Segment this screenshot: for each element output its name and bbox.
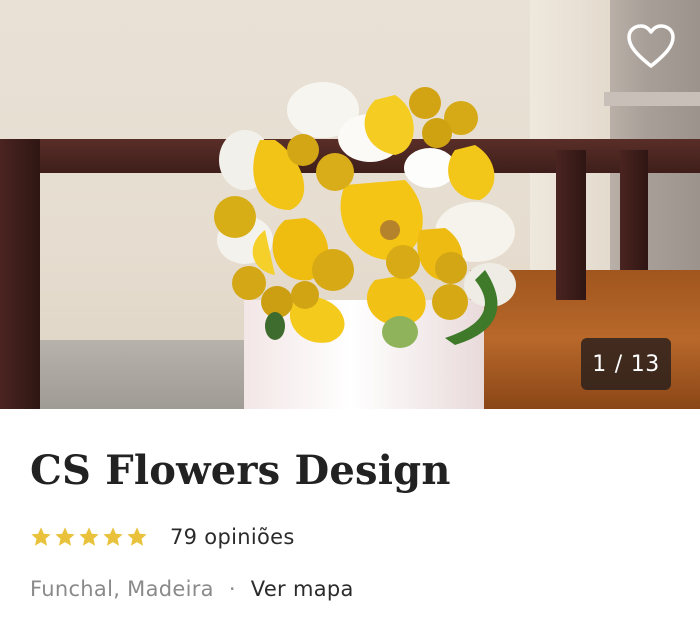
photo-counter-separator: /	[614, 351, 623, 377]
star-icon	[103, 527, 123, 546]
favorite-button[interactable]	[624, 22, 678, 72]
reviews-count[interactable]: 79 opiniões	[170, 525, 295, 549]
location-separator: ·	[228, 577, 236, 601]
rating-stars	[30, 526, 148, 548]
railing-post	[0, 139, 40, 409]
star-icon	[79, 527, 99, 546]
view-map-link[interactable]: Ver mapa	[251, 577, 354, 601]
rating-row[interactable]: 79 opiniões	[30, 525, 295, 549]
star-icon	[127, 527, 147, 546]
railing-post	[556, 150, 586, 300]
railing-post	[620, 150, 648, 270]
bouquet-photo	[214, 82, 516, 348]
star-icon	[55, 527, 75, 546]
location-text: Funchal, Madeira	[30, 577, 214, 601]
vendor-info: CS Flowers Design 79 opiniões Funchal, M…	[0, 409, 700, 626]
photo-gallery[interactable]: 1 / 13	[0, 0, 700, 409]
vendor-name: CS Flowers Design	[30, 447, 451, 494]
photo-counter: 1 / 13	[581, 338, 671, 390]
photo-counter-current: 1	[592, 351, 607, 377]
photo-counter-total: 13	[630, 351, 660, 377]
star-icon	[31, 527, 51, 546]
location-row: Funchal, Madeira · Ver mapa	[30, 577, 354, 601]
heart-outline-icon	[627, 24, 675, 68]
